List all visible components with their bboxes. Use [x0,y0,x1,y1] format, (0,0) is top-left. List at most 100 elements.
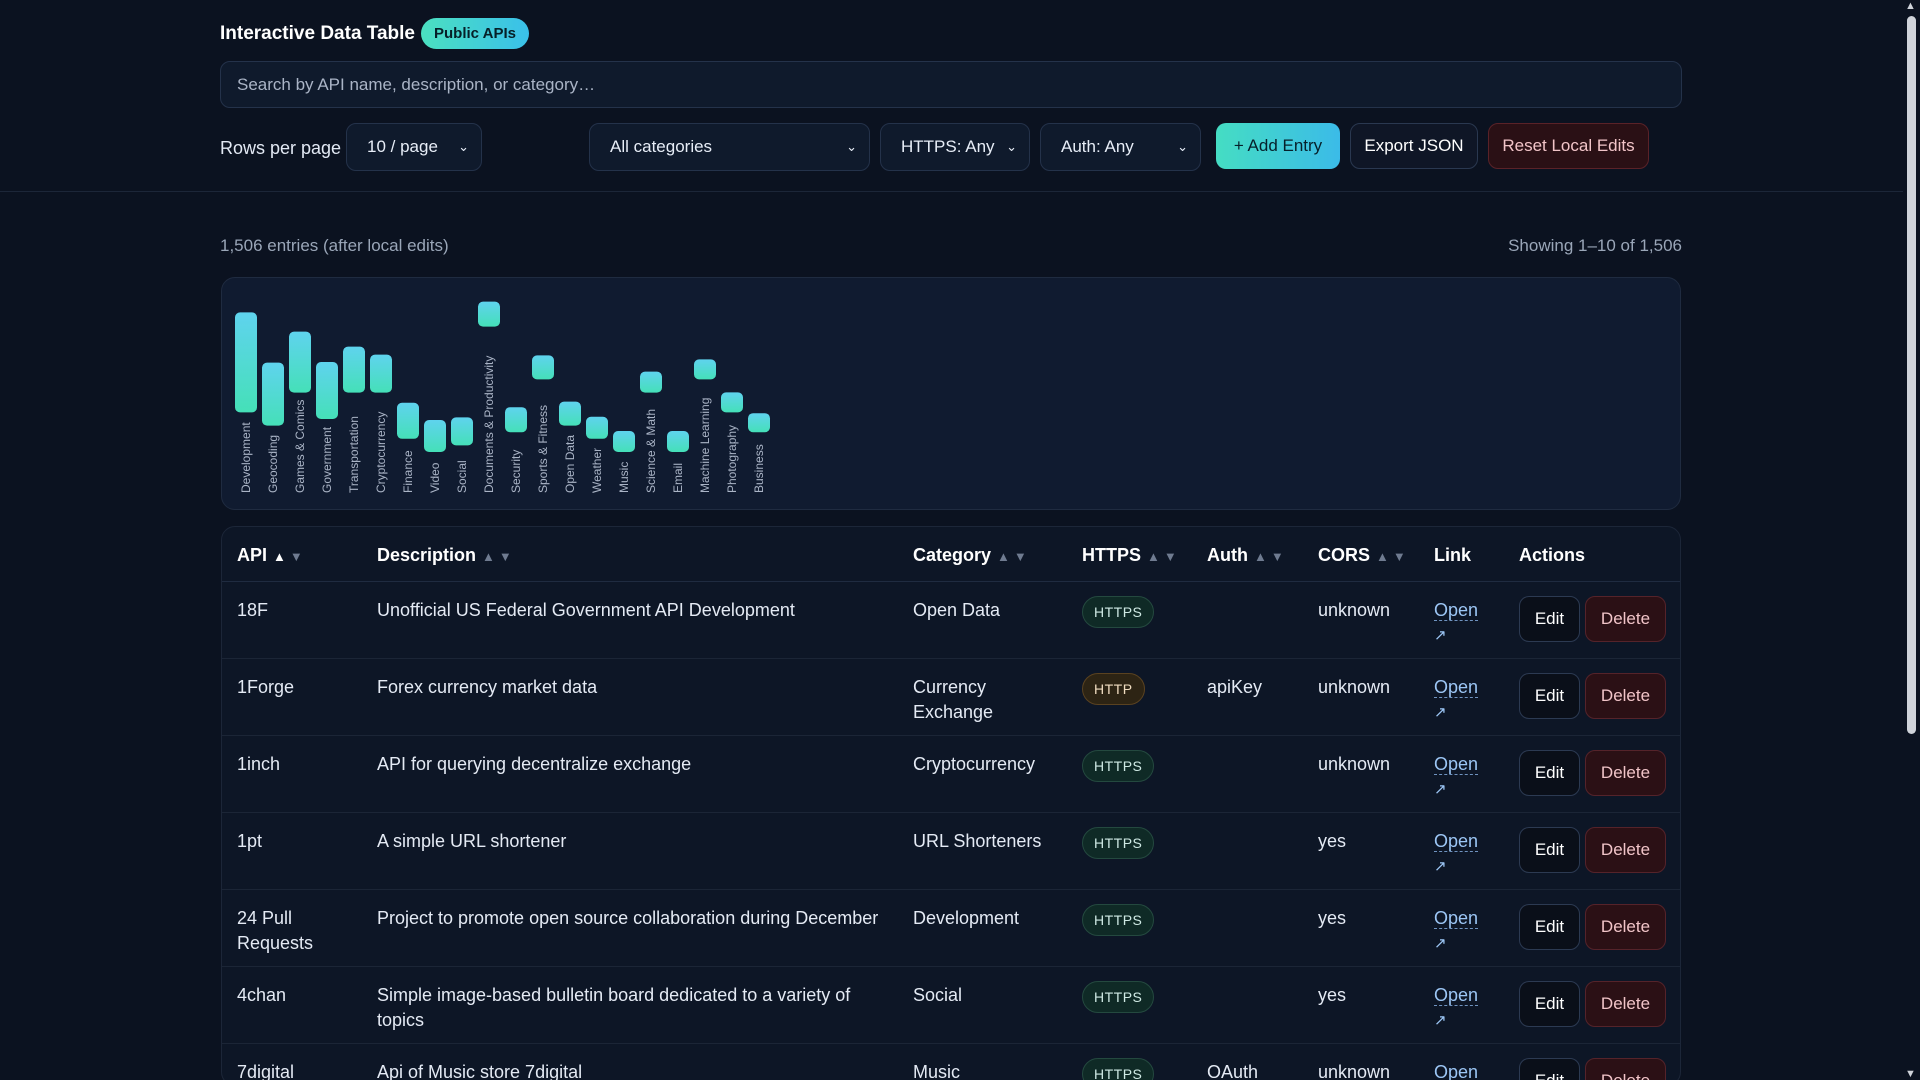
add-entry-button[interactable]: + Add Entry [1216,123,1340,169]
chevron-down-icon: ⌄ [1177,139,1188,154]
cell-cors: unknown [1318,677,1391,697]
chart-bar [316,362,338,419]
delete-button[interactable]: Delete [1585,596,1666,642]
sort-icon[interactable]: ▲▼ [1254,549,1288,564]
chart-category-label: Government [320,426,334,493]
delete-button[interactable]: Delete [1585,1058,1666,1080]
search-input[interactable] [220,61,1682,108]
edit-button[interactable]: Edit [1519,981,1580,1027]
external-link-icon: ↗ [1434,704,1447,721]
scrollbar-thumb[interactable] [1907,16,1916,734]
export-json-button[interactable]: Export JSON [1350,123,1478,169]
page-title: Interactive Data Table [220,22,416,44]
delete-button[interactable]: Delete [1585,981,1666,1027]
col-header-category-label: Category [913,545,992,565]
chart-bar [667,431,689,452]
delete-button[interactable]: Delete [1585,827,1666,873]
open-link[interactable]: Open↗ [1434,906,1479,956]
chart-category-label: Transportation [347,416,361,493]
col-header-auth-label: Auth [1207,545,1248,565]
sort-icon[interactable]: ▲▼ [482,549,516,564]
col-header-description[interactable]: Description ▲▼ [377,545,516,566]
table-row: 7digital Api of Music store 7digital Music… [222,1044,1680,1080]
cell-category: URL Shorteners [913,831,1042,851]
col-header-api-label: API [237,545,268,565]
cell-api: 18F [237,600,269,620]
edit-button[interactable]: Edit [1519,827,1580,873]
rows-per-page-select[interactable]: 10 / page ⌄ [346,123,482,171]
sort-icon[interactable]: ▲▼ [1376,549,1410,564]
category-filter-value: All categories [610,137,713,156]
https-badge: HTTPS [1082,904,1155,936]
chart-bar [586,416,608,439]
open-link[interactable]: Open↗ [1434,675,1479,725]
delete-button[interactable]: Delete [1585,904,1666,950]
chart-category-label: Machine Learning [698,398,712,493]
delete-button[interactable]: Delete [1585,673,1666,719]
chevron-down-icon: ⌄ [458,139,469,154]
edit-button[interactable]: Edit [1519,673,1580,719]
cell-category: Currency Exchange [913,677,994,722]
chart-category-label: Social [455,460,469,493]
col-header-api[interactable]: API ▲▼ [237,545,307,566]
controls-row: Rows per page 10 / page ⌄ All categories… [220,123,1680,171]
col-header-https[interactable]: HTTPS ▲▼ [1082,545,1181,566]
category-bar-chart: Development Geocoding Games & Comics Govern… [235,301,770,493]
chart-category-label: Video [428,462,442,493]
open-link[interactable]: Open↗ [1434,983,1479,1033]
chart-bar [721,392,743,413]
open-link-label: Open [1434,600,1479,621]
https-badge: HTTPS [1082,750,1155,782]
open-link[interactable]: Open↗ [1434,752,1479,802]
chart-bar [235,312,257,413]
chart-bar [343,346,365,393]
auth-filter-select[interactable]: Auth: Any ⌄ [1040,123,1201,171]
cell-description: Unofficial US Federal Government API Dev… [377,600,795,620]
https-filter-select[interactable]: HTTPS: Any ⌄ [880,123,1030,171]
sort-icon[interactable]: ▲▼ [273,549,307,564]
auth-filter-value: Auth: Any [1061,137,1134,156]
https-badge: HTTPS [1082,827,1155,859]
col-header-description-label: Description [377,545,477,565]
cell-cors: yes [1318,831,1347,851]
https-badge: HTTP [1082,673,1145,705]
chart-category-label: Games & Comics [293,400,307,493]
cell-api: 1Forge [237,677,295,697]
cell-api: 1inch [237,754,281,774]
entries-count: 1,506 entries (after local edits) [220,236,449,255]
delete-button[interactable]: Delete [1585,750,1666,796]
category-chart: Development Geocoding Games & Comics Govern… [221,277,1681,510]
col-header-cors[interactable]: CORS ▲▼ [1318,545,1410,566]
data-table: API ▲▼ Description ▲▼ Category ▲▼ HTTPS ▲▼ A… [221,526,1681,1080]
edit-button[interactable]: Edit [1519,750,1580,796]
cell-category: Open Data [913,600,1001,620]
table-header: API ▲▼ Description ▲▼ Category ▲▼ HTTPS ▲▼ A… [222,527,1680,582]
edit-button[interactable]: Edit [1519,1058,1580,1080]
scroll-down-arrow-icon[interactable]: ▼ [1905,1068,1916,1080]
col-header-auth[interactable]: Auth ▲▼ [1207,545,1288,566]
rows-per-page-label: Rows per page [220,138,342,158]
showing-range: Showing 1–10 of 1,506 [1508,236,1682,255]
reset-local-edits-button[interactable]: Reset Local Edits [1488,123,1649,169]
open-link[interactable]: Open↗ [1434,598,1479,648]
col-header-category[interactable]: Category ▲▼ [913,545,1031,566]
open-link[interactable]: Open↗ [1434,829,1479,879]
table-row: 18F Unofficial US Federal Government API … [222,582,1680,659]
https-badge: HTTPS [1082,981,1155,1013]
public-apis-badge: Public APIs [421,18,529,49]
cell-description: A simple URL shortener [377,831,567,851]
open-link[interactable]: Open↗ [1434,1060,1479,1080]
sort-icon[interactable]: ▲▼ [997,549,1031,564]
edit-button[interactable]: Edit [1519,596,1580,642]
open-link-label: Open [1434,985,1479,1006]
category-filter-select[interactable]: All categories ⌄ [589,123,870,171]
sort-icon[interactable]: ▲▼ [1147,549,1181,564]
cell-cors: unknown [1318,1062,1391,1080]
table-row: 1Forge Forex currency market data Currency… [222,659,1680,736]
cell-api: 1pt [237,831,263,851]
chart-bar [397,402,419,439]
scroll-up-arrow-icon[interactable]: ▲ [1905,0,1916,12]
page-scrollbar[interactable]: ▲ ▼ [1903,0,1920,1080]
chart-category-label: Documents & Productivity [482,356,496,493]
edit-button[interactable]: Edit [1519,904,1580,950]
